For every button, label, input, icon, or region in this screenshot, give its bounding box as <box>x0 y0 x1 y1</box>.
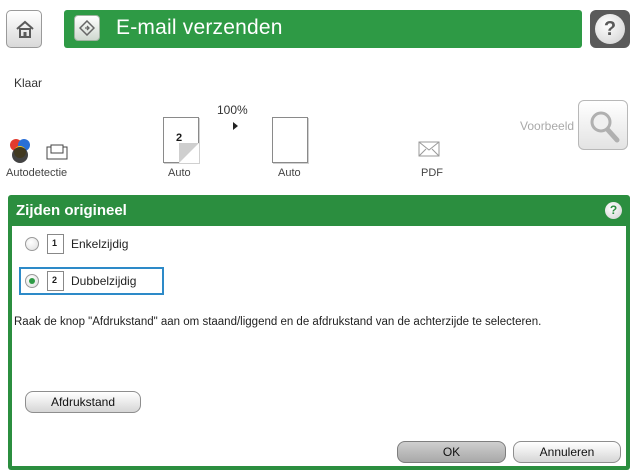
preview-label: Voorbeeld <box>520 119 575 133</box>
dialog-help-icon[interactable]: ? <box>605 202 622 219</box>
diamond-icon <box>74 15 100 41</box>
content-label: Auto <box>278 167 301 179</box>
instruction-text: Raak de knop "Afdrukstand" aan om staand… <box>14 316 542 328</box>
help-button[interactable]: ? <box>590 10 630 48</box>
envelope-icon[interactable] <box>418 141 440 157</box>
question-icon: ? <box>595 14 625 44</box>
double-page-icon: 2 <box>47 271 64 291</box>
sides-thumb-number: 2 <box>176 132 183 144</box>
page-title: E-mail verzenden <box>116 16 283 39</box>
dialog-body: 1 Enkelzijdig 2 Dubbelzijdig Raak de kno… <box>12 226 626 466</box>
preview-button[interactable] <box>578 100 628 150</box>
status-text: Klaar <box>14 76 43 90</box>
page-number: 2 <box>52 275 58 285</box>
zoom-level: 100% <box>217 103 248 117</box>
cancel-button[interactable]: Annuleren <box>513 441 621 463</box>
dialog-title: Zijden origineel <box>16 202 127 219</box>
title-bar: E-mail verzenden <box>64 10 582 48</box>
home-button[interactable] <box>6 10 42 48</box>
original-sides-dialog: Zijden origineel ? 1 Enkelzijdig 2 Dubbe… <box>8 195 630 470</box>
radio-button[interactable] <box>25 237 39 251</box>
option-label: Enkelzijdig <box>71 237 129 251</box>
radio-selected-dot <box>29 278 35 284</box>
color-mode-label: Autodetectie <box>6 167 68 179</box>
play-arrow-icon <box>233 122 238 130</box>
option-double-sided[interactable]: 2 Dubbelzijdig <box>19 267 164 295</box>
option-single-sided[interactable]: 1 Enkelzijdig <box>19 231 164 259</box>
orientation-button[interactable]: Afdrukstand <box>25 391 141 413</box>
ok-button[interactable]: OK <box>397 441 506 463</box>
page-number: 1 <box>52 238 58 248</box>
scanner-icon[interactable] <box>46 144 68 160</box>
content-document-icon[interactable] <box>272 117 308 163</box>
single-page-icon: 1 <box>47 234 64 254</box>
radio-button[interactable] <box>25 274 39 288</box>
filetype-label: PDF <box>421 167 443 179</box>
home-icon <box>16 20 34 38</box>
header: E-mail verzenden ? <box>0 0 637 70</box>
magnifier-icon <box>590 111 620 143</box>
option-label: Dubbelzijdig <box>71 274 137 288</box>
sides-label: Auto <box>168 167 191 179</box>
color-palette-icon[interactable] <box>6 137 36 163</box>
sides-document-icon[interactable]: 2 <box>163 117 199 163</box>
